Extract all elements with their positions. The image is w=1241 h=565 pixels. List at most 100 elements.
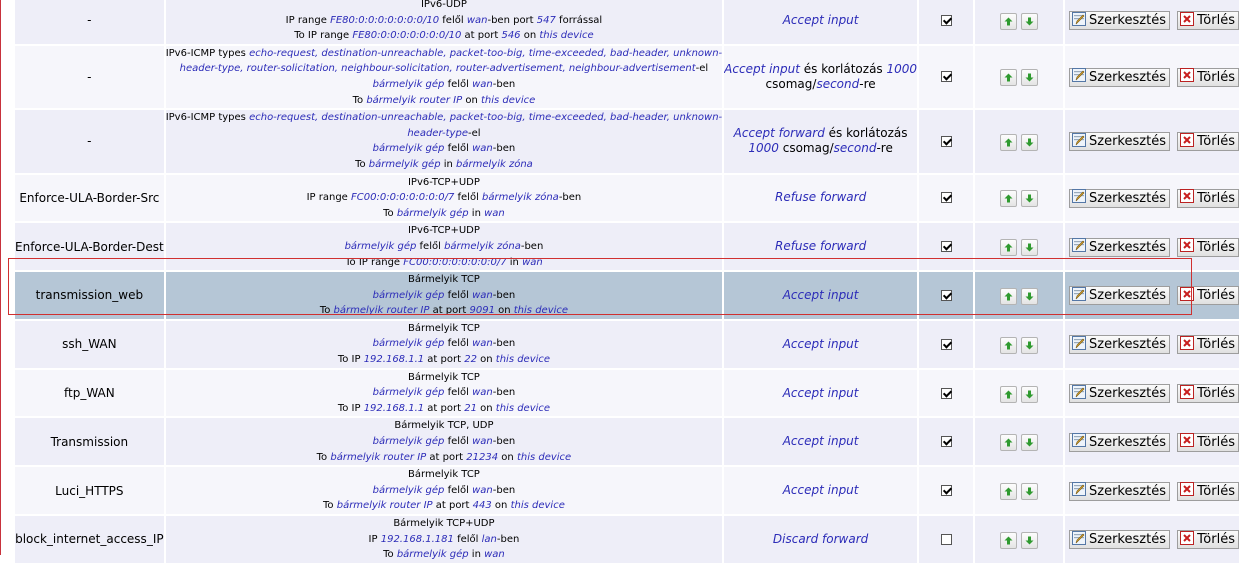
move-down-button[interactable] xyxy=(1021,385,1039,403)
move-up-button[interactable] xyxy=(1000,133,1018,151)
match-line: IPv6-UDP xyxy=(166,0,722,13)
delete-label: Törlés xyxy=(1197,134,1235,150)
rule-name: Transmission xyxy=(15,418,164,466)
match-line: To IP 192.168.1.1 at port 22 on this dev… xyxy=(166,352,722,368)
rule-value: wan xyxy=(472,78,493,90)
enable-checkbox[interactable] xyxy=(940,71,952,83)
edit-button[interactable]: Szerkesztés xyxy=(1069,432,1170,452)
move-up-button[interactable] xyxy=(1000,69,1018,87)
move-up-button[interactable] xyxy=(1000,531,1018,549)
delete-button[interactable]: Törlés xyxy=(1177,188,1239,208)
rule-value: 192.168.1.181 xyxy=(380,533,454,545)
rule-text: To xyxy=(355,158,369,170)
rule-value: bármelyik zóna xyxy=(456,158,533,170)
move-down-button[interactable] xyxy=(1021,190,1039,208)
edit-button[interactable]: Szerkesztés xyxy=(1069,67,1170,87)
move-up-button[interactable] xyxy=(1000,239,1018,257)
move-up-button[interactable] xyxy=(1000,336,1018,354)
arrow-up-icon xyxy=(1004,390,1013,399)
rule-sort-cell xyxy=(975,516,1064,563)
enable-checkbox[interactable] xyxy=(940,289,952,301)
move-down-button[interactable] xyxy=(1021,69,1039,87)
delete-button[interactable]: Törlés xyxy=(1177,481,1239,501)
rule-text: Bármelyik TCP xyxy=(408,371,480,383)
rule-text: -ben port xyxy=(487,14,537,26)
enable-checkbox[interactable] xyxy=(940,135,952,147)
rule-name: Luci_HTTPS xyxy=(15,467,164,514)
edit-button[interactable]: Szerkesztés xyxy=(1069,286,1170,306)
move-up-button[interactable] xyxy=(1000,483,1018,501)
edit-button[interactable]: Szerkesztés xyxy=(1069,530,1170,550)
move-up-button[interactable] xyxy=(1000,12,1018,30)
delete-button[interactable]: Törlés xyxy=(1177,530,1239,550)
pencil-icon xyxy=(1072,433,1087,451)
target-line: Accept input xyxy=(724,337,917,352)
move-down-button[interactable] xyxy=(1021,483,1039,501)
rule-text: és korlátozás xyxy=(799,61,887,76)
rule-name: transmission_web xyxy=(15,272,164,319)
target-line: Accept input xyxy=(724,13,917,28)
move-down-button[interactable] xyxy=(1021,531,1039,549)
rule-value: bármelyik gép xyxy=(372,484,445,496)
arrow-down-icon xyxy=(1025,390,1034,399)
delete-button[interactable]: Törlés xyxy=(1177,132,1239,152)
move-down-button[interactable] xyxy=(1021,133,1039,151)
move-down-button[interactable] xyxy=(1021,12,1039,30)
enable-checkbox[interactable] xyxy=(940,485,952,497)
rule-value: bármelyik gép xyxy=(372,387,445,399)
edit-button[interactable]: Szerkesztés xyxy=(1069,132,1170,152)
delete-icon xyxy=(1180,132,1195,151)
rule-name: block_internet_access_IP xyxy=(15,516,164,563)
delete-button[interactable]: Törlés xyxy=(1177,335,1239,355)
move-down-button[interactable] xyxy=(1021,287,1039,305)
delete-button[interactable]: Törlés xyxy=(1177,237,1239,257)
delete-label: Törlés xyxy=(1197,69,1235,85)
move-down-button[interactable] xyxy=(1021,239,1039,257)
edit-button[interactable]: Szerkesztés xyxy=(1069,481,1170,501)
edit-label: Szerkesztés xyxy=(1089,386,1166,402)
rule-text: felől xyxy=(444,436,473,448)
rule-value: bármelyik gép xyxy=(372,143,445,155)
enable-checkbox[interactable] xyxy=(940,436,952,448)
match-line: To bármelyik router IP at port 443 on th… xyxy=(166,498,722,514)
enable-checkbox[interactable] xyxy=(940,387,952,399)
rule-value: 443 xyxy=(472,500,492,512)
rule-text: IP xyxy=(368,533,381,545)
edit-button[interactable]: Szerkesztés xyxy=(1069,237,1170,257)
rule-enable-cell xyxy=(919,418,974,466)
enable-checkbox[interactable] xyxy=(940,192,952,204)
move-up-button[interactable] xyxy=(1000,434,1018,452)
arrow-down-icon xyxy=(1025,438,1034,447)
edit-button[interactable]: Szerkesztés xyxy=(1069,384,1170,404)
rule-value: this device xyxy=(495,402,551,414)
delete-button[interactable]: Törlés xyxy=(1177,432,1239,452)
pencil-icon xyxy=(1072,286,1087,305)
enable-checkbox[interactable] xyxy=(940,533,952,545)
rule-text: To IP xyxy=(337,354,364,366)
rule-value: wan xyxy=(472,387,493,399)
edit-button[interactable]: Szerkesztés xyxy=(1069,188,1170,208)
rule-text: felől xyxy=(444,143,473,155)
rule-value: this device xyxy=(480,94,536,106)
move-down-button[interactable] xyxy=(1021,434,1039,452)
rule-value: header-type, router-solicitation, neighb… xyxy=(179,63,696,75)
move-up-button[interactable] xyxy=(1000,385,1018,403)
move-up-button[interactable] xyxy=(1000,287,1018,305)
enable-checkbox[interactable] xyxy=(940,241,952,253)
rule-text: felől xyxy=(444,289,473,301)
delete-label: Törlés xyxy=(1197,483,1235,499)
delete-button[interactable]: Törlés xyxy=(1177,67,1239,87)
rule-sort-cell xyxy=(975,223,1064,271)
enable-checkbox[interactable] xyxy=(940,14,952,26)
move-down-button[interactable] xyxy=(1021,336,1039,354)
target-line: Discard forward xyxy=(724,532,917,547)
move-up-button[interactable] xyxy=(1000,190,1018,208)
edit-button[interactable]: Szerkesztés xyxy=(1069,335,1170,355)
delete-button[interactable]: Törlés xyxy=(1177,286,1239,306)
match-line: To IP range FE80:0:0:0:0:0:0:0/10 at por… xyxy=(166,28,722,44)
delete-button[interactable]: Törlés xyxy=(1177,11,1239,31)
edit-button[interactable]: Szerkesztés xyxy=(1069,11,1170,31)
rule-match: IPv6-TCP+UDP IP range FC00:0:0:0:0:0:0:0/… xyxy=(165,174,723,222)
enable-checkbox[interactable] xyxy=(940,338,952,350)
delete-button[interactable]: Törlés xyxy=(1177,384,1239,404)
